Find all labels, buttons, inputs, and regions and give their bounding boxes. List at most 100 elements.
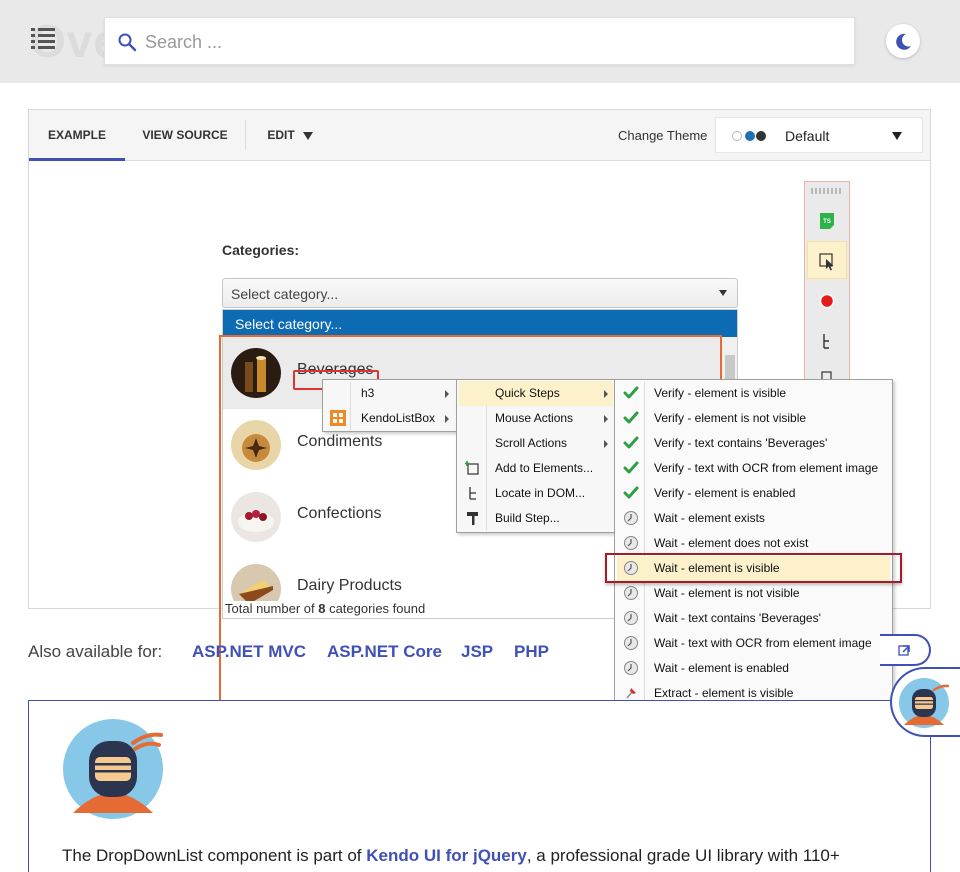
menu-item-label: Add to Elements...	[495, 461, 594, 475]
dom-tree-button[interactable]	[807, 322, 847, 360]
option-placeholder[interactable]: Select category...	[223, 310, 737, 337]
select-element-button[interactable]	[807, 241, 847, 279]
quick-step-item[interactable]: Wait - text with OCR from element image	[617, 631, 890, 656]
beverages-thumbnail	[231, 348, 281, 398]
kendo-ui-link[interactable]: Kendo UI for jQuery	[366, 846, 527, 865]
link-aspnet-mvc[interactable]: ASP.NET MVC	[192, 642, 306, 662]
quick-step-item[interactable]: Verify - element is not visible	[617, 406, 890, 431]
submenu-arrow-icon	[604, 440, 608, 448]
change-theme-label: Change Theme	[618, 128, 708, 143]
tab-example[interactable]: EXAMPLE	[29, 110, 125, 161]
record-button[interactable]	[807, 282, 847, 320]
menu-item-quick-steps[interactable]: Quick Steps	[459, 381, 613, 406]
dropdown-value: Select category...	[231, 286, 339, 302]
svg-text:TS: TS	[823, 219, 831, 225]
quick-step-item[interactable]: Wait - text contains 'Beverages'	[617, 606, 890, 631]
clock-icon	[624, 511, 638, 525]
open-external-button[interactable]	[880, 634, 931, 666]
footer-suffix: categories found	[325, 601, 426, 616]
quick-step-label: Wait - text contains 'Beverages'	[654, 611, 821, 625]
list-item-name: Dairy Products	[297, 577, 402, 594]
clock-icon	[624, 636, 638, 650]
hammer-icon	[467, 512, 478, 525]
tree-icon	[823, 334, 829, 349]
quick-step-label: Verify - element is not visible	[654, 411, 807, 425]
element-outline	[219, 335, 722, 337]
actions-submenu: Quick Steps Mouse Actions Scroll Actions…	[456, 379, 616, 533]
external-link-icon	[898, 645, 910, 656]
list-item-name: Condiments	[297, 433, 383, 450]
clock-icon	[624, 611, 638, 625]
top-bar: Ove	[0, 0, 960, 83]
submenu-arrow-icon	[445, 415, 449, 423]
menu-item-kendolistbox[interactable]: KendoListBox	[325, 406, 455, 431]
check-icon	[623, 436, 639, 449]
ninja-avatar-icon	[63, 719, 163, 819]
quick-step-item[interactable]: Verify - text with OCR from element imag…	[617, 456, 890, 481]
link-jsp[interactable]: JSP	[461, 642, 493, 662]
menu-item-build-step[interactable]: Build Step...	[459, 506, 613, 531]
quick-step-label: Verify - text contains 'Beverages'	[654, 436, 828, 450]
menu-item-label: Mouse Actions	[495, 411, 574, 425]
menu-item-h3[interactable]: h3	[325, 381, 455, 406]
test-studio-icon: TS	[820, 213, 834, 229]
quick-step-item[interactable]: Wait - element is not visible	[617, 581, 890, 606]
theme-select[interactable]: Default	[715, 117, 923, 153]
quick-step-item[interactable]: Verify - text contains 'Beverages'	[617, 431, 890, 456]
quick-step-item[interactable]: Verify - element is visible	[617, 381, 890, 406]
quick-step-label: Verify - element is visible	[654, 386, 787, 400]
quick-step-item[interactable]: Wait - element is enabled	[617, 656, 890, 681]
link-aspnet-core[interactable]: ASP.NET Core	[327, 642, 442, 662]
confections-thumbnail	[231, 492, 281, 542]
footer-prefix: Total number of	[225, 601, 319, 616]
submenu-arrow-icon	[445, 390, 449, 398]
ninja-avatar-icon	[899, 678, 950, 728]
chat-assistant-button[interactable]	[890, 667, 960, 737]
tab-view-source[interactable]: VIEW SOURCE	[135, 110, 235, 161]
ts-logo-button[interactable]: TS	[807, 202, 847, 240]
theme-swatch-dark	[756, 131, 766, 141]
menu-item-locate-in-dom[interactable]: Locate in DOM...	[459, 481, 613, 506]
card-text-after: , a professional grade UI library with 1…	[526, 846, 840, 865]
check-icon	[623, 386, 639, 399]
menu-item-label: Quick Steps	[495, 386, 560, 400]
tab-edit-label: EDIT	[267, 128, 295, 142]
menu-item-label: KendoListBox	[361, 411, 436, 425]
recorder-toolbar: TS	[804, 181, 850, 383]
moon-icon	[896, 33, 911, 50]
clock-icon	[624, 661, 638, 675]
pin-icon	[626, 688, 636, 699]
search-input[interactable]	[145, 28, 835, 56]
menu-item-scroll-actions[interactable]: Scroll Actions	[459, 431, 613, 456]
category-dropdown[interactable]: Select category...	[222, 278, 738, 308]
list-item-name: Confections	[297, 505, 382, 522]
quick-step-label: Verify - text with OCR from element imag…	[654, 461, 879, 475]
submenu-arrow-icon	[604, 390, 608, 398]
quick-step-item[interactable]: Wait - element exists	[617, 506, 890, 531]
menu-item-label: Scroll Actions	[495, 436, 568, 450]
theme-swatch-white	[732, 131, 742, 141]
menu-list-icon[interactable]	[31, 27, 55, 49]
card-text-before: The DropDownList component is part of	[62, 846, 367, 865]
search-box[interactable]	[104, 17, 855, 65]
quick-step-label: Wait - element is enabled	[654, 661, 789, 675]
clock-icon	[624, 586, 638, 600]
dark-mode-toggle[interactable]	[886, 24, 920, 58]
quick-step-label: Verify - element is enabled	[654, 486, 796, 500]
card-description: The DropDownList component is part of Ke…	[62, 846, 840, 866]
drag-handle[interactable]	[811, 188, 843, 194]
quick-step-item[interactable]: Verify - element is enabled	[617, 481, 890, 506]
clock-icon	[624, 536, 638, 550]
link-php[interactable]: PHP	[514, 642, 549, 662]
caret-down-icon	[892, 132, 902, 140]
quick-step-label: Wait - element is not visible	[654, 586, 800, 600]
tab-separator	[245, 120, 246, 150]
menu-item-mouse-actions[interactable]: Mouse Actions	[459, 406, 613, 431]
selected-step-highlight	[605, 553, 902, 583]
menu-item-add-to-elements[interactable]: Add to Elements...	[459, 456, 613, 481]
tab-edit[interactable]: EDIT	[255, 110, 325, 161]
submenu-arrow-icon	[604, 415, 608, 423]
grid-icon	[330, 410, 346, 426]
search-icon	[118, 33, 137, 52]
cursor-select-icon	[819, 253, 834, 271]
